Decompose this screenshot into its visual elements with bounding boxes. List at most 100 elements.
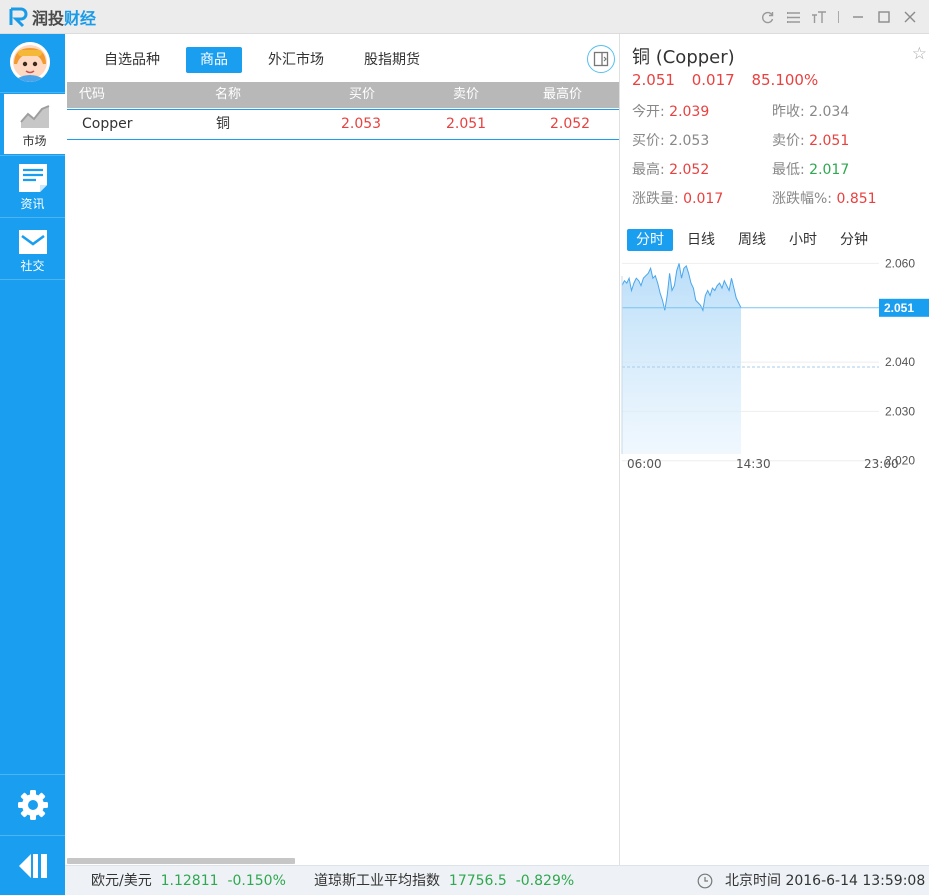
sidebar-item-label: 社交 — [20, 259, 45, 273]
stat-high: 最高: 2.052 — [632, 159, 709, 179]
title-bar: 润投财经 — [0, 0, 929, 34]
tab-weekly[interactable]: 周线 — [729, 229, 775, 251]
price-change-pct: 85.100% — [751, 71, 819, 89]
stat-low: 最低: 2.017 — [772, 159, 849, 179]
tab-minute[interactable]: 分钟 — [831, 229, 877, 251]
period-tabs: 分时 日线 周线 小时 分钟 — [627, 228, 882, 252]
last-price: 2.051 — [632, 71, 675, 89]
stat-label: 买价: — [632, 133, 665, 149]
row-bid: 2.053 — [341, 116, 382, 132]
list-icon[interactable] — [782, 6, 804, 28]
gear-icon — [17, 790, 48, 820]
stat-label: 昨收: — [772, 104, 805, 120]
app-title-highlight: 财经 — [64, 9, 97, 28]
intraday-chart[interactable]: 2.0602.0402.0302.0202.051 — [621, 256, 929, 478]
expand-panel-icon — [593, 51, 609, 67]
star-icon[interactable]: ☆ — [912, 44, 927, 64]
stat-label: 涨跌幅%: — [772, 191, 833, 207]
column-header-name[interactable]: 名称 — [215, 82, 241, 108]
window-controls-separator — [838, 11, 839, 23]
news-icon — [18, 164, 47, 192]
price-change: 0.017 — [691, 71, 735, 89]
close-icon[interactable] — [899, 6, 921, 28]
clock: 北京时间 2016-6-14 13:59:08 — [697, 866, 925, 896]
sidebar-divider — [0, 279, 65, 280]
current-price-label: 2.051 — [884, 301, 914, 315]
app-title: 润投财经 — [32, 5, 96, 29]
market-panel: 自选品种 商品 外汇市场 股指期货 代码 名称 买价 卖价 最高价 Copper… — [65, 34, 620, 865]
market-tabs: 自选品种 商品 外汇市场 股指期货 — [65, 46, 434, 74]
x-tick-label: 23:00 — [864, 457, 899, 471]
y-tick-label: 2.060 — [885, 256, 915, 270]
stat-open: 今开: 2.039 — [632, 101, 709, 121]
refresh-icon[interactable] — [756, 6, 778, 28]
sidebar-item-news[interactable]: 资讯 — [0, 157, 65, 217]
stat-prev-close: 昨收: 2.034 — [772, 101, 849, 121]
sidebar-divider — [0, 92, 65, 93]
sidebar-item-social[interactable]: 社交 — [0, 219, 65, 279]
stat-value: 2.052 — [669, 162, 710, 178]
tab-intraday[interactable]: 分时 — [627, 229, 673, 251]
stat-value: 2.017 — [809, 162, 850, 178]
tab-commodities[interactable]: 商品 — [186, 47, 242, 73]
stat-value: 0.851 — [836, 191, 877, 207]
ticker-value: 1.12811 — [160, 873, 219, 889]
sidebar-item-label: 市场 — [22, 134, 47, 148]
app-logo: 润投财经 — [8, 6, 96, 28]
quote-line: 2.051 0.017 85.100% — [632, 71, 830, 89]
stat-label: 卖价: — [772, 133, 805, 149]
table-row[interactable]: Copper 铜 2.053 2.051 2.052 — [67, 109, 619, 140]
tab-hourly[interactable]: 小时 — [780, 229, 826, 251]
time-label: 北京时间 — [725, 873, 781, 889]
column-header-code[interactable]: 代码 — [79, 82, 105, 108]
stat-value: 2.053 — [669, 133, 710, 149]
stat-change-pct: 涨跌幅%: 0.851 — [772, 188, 877, 208]
sidebar-divider — [0, 774, 65, 775]
ticker-label: 道琼斯工业平均指数 — [314, 873, 440, 889]
tab-watchlist[interactable]: 自选品种 — [90, 47, 174, 73]
market-chart-icon — [19, 105, 49, 128]
tab-daily[interactable]: 日线 — [678, 229, 724, 251]
stat-ask: 卖价: 2.051 — [772, 130, 849, 150]
logo-icon — [9, 7, 28, 28]
stat-value: 0.017 — [683, 191, 724, 207]
stat-label: 最高: — [632, 162, 665, 178]
column-header-bid[interactable]: 买价 — [349, 82, 375, 108]
horizontal-scrollbar[interactable] — [67, 858, 295, 864]
stat-value: 2.039 — [669, 104, 710, 120]
stat-value: 2.051 — [809, 133, 850, 149]
ticker-change: -0.150% — [227, 873, 286, 889]
x-tick-label: 14:30 — [736, 457, 771, 471]
sidebar-item-label: 资讯 — [20, 197, 45, 211]
minimize-icon[interactable] — [847, 6, 869, 28]
expand-panel-button[interactable] — [587, 45, 615, 73]
tab-index-futures[interactable]: 股指期货 — [350, 47, 434, 73]
price-area — [622, 263, 741, 454]
ticker-eurusd[interactable]: 欧元/美元 1.12811 -0.150% — [91, 866, 286, 896]
maximize-icon[interactable] — [873, 6, 895, 28]
sidebar-divider — [0, 155, 65, 156]
font-size-icon[interactable] — [808, 6, 830, 28]
row-ask: 2.051 — [446, 116, 487, 132]
y-tick-label: 2.040 — [885, 355, 915, 369]
column-header-high[interactable]: 最高价 — [543, 82, 582, 108]
sidebar: 市场 资讯 社交 — [0, 34, 65, 895]
sidebar-divider — [0, 217, 65, 218]
collapse-sidebar-button[interactable] — [0, 838, 65, 894]
ticker-label: 欧元/美元 — [91, 873, 152, 889]
settings-button[interactable] — [0, 777, 65, 833]
sidebar-divider — [0, 835, 65, 836]
tab-forex[interactable]: 外汇市场 — [254, 47, 338, 73]
app-title-main: 润投 — [32, 9, 65, 28]
ticker-value: 17756.5 — [448, 873, 507, 889]
stat-label: 最低: — [772, 162, 805, 178]
window-controls — [756, 6, 921, 28]
ticker-dow[interactable]: 道琼斯工业平均指数 17756.5 -0.829% — [314, 866, 574, 896]
sidebar-item-market[interactable]: 市场 — [4, 94, 65, 154]
x-tick-label: 06:00 — [627, 457, 662, 471]
column-header-ask[interactable]: 卖价 — [453, 82, 479, 108]
stat-change: 涨跌量: 0.017 — [632, 188, 723, 208]
clock-icon — [697, 873, 713, 889]
avatar[interactable] — [10, 42, 50, 82]
status-bar: 欧元/美元 1.12811 -0.150% 道琼斯工业平均指数 17756.5 … — [65, 865, 929, 895]
